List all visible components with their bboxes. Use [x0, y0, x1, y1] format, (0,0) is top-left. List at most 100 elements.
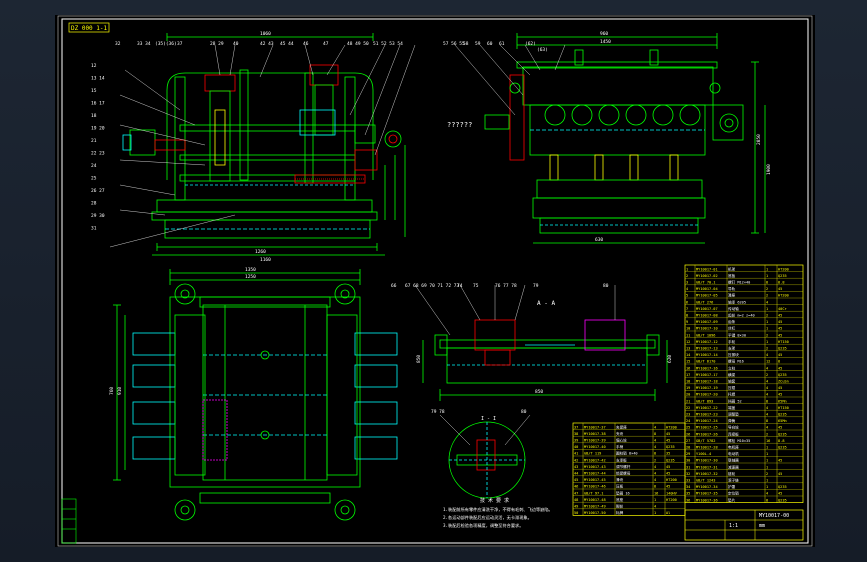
- table-cell: MY10017-08: [696, 314, 718, 318]
- table-cell: GB/T 5782: [696, 439, 715, 443]
- detail-view[interactable]: [439, 414, 531, 499]
- table-cell: MY10017-31: [696, 465, 718, 469]
- table-cell: 托辊: [728, 392, 736, 397]
- table-cell: 螺栓 M10×35: [728, 438, 750, 443]
- table-cell: 螺母 M16: [728, 359, 744, 364]
- table-cell: 4: [654, 505, 656, 509]
- dimension-label: 960: [600, 31, 608, 37]
- table-cell: 35: [666, 452, 670, 456]
- table-cell: 8: [766, 399, 768, 403]
- table-cell: MY10017-18: [696, 380, 718, 384]
- table-cell: 6: [686, 300, 688, 304]
- drawing-canvas[interactable]: DZ 000 1-1 ?????? A - A I - I 技 术 要 求1.装…: [55, 15, 815, 547]
- table-cell: 45: [778, 320, 782, 324]
- callout-number: 45 44: [280, 41, 294, 47]
- table-cell: GB/T 6170: [696, 360, 715, 364]
- callout-number: 58: [463, 41, 469, 47]
- detail-label: I - I: [481, 416, 496, 422]
- table-cell: 4: [686, 287, 688, 291]
- table-cell: 定位销: [728, 491, 739, 496]
- table-cell: 圆柱销 8×40: [616, 451, 638, 456]
- table-cell: 立柱: [728, 365, 736, 370]
- parts-table-lower[interactable]: 37 MY10017-37 夹紧座 4 HT200 38 MY10017-38 夹块 8 45 39…: [572, 422, 686, 516]
- plan-view[interactable]: [113, 269, 398, 521]
- front-view[interactable]: [109, 33, 416, 256]
- table-cell: MY10017-16: [696, 366, 718, 370]
- table-cell: 1: [766, 327, 768, 331]
- callout-number: 25: [91, 176, 97, 182]
- table-cell: 46: [574, 485, 578, 489]
- dimension-label: 1450: [600, 39, 611, 45]
- table-cell: 8: [766, 498, 768, 502]
- table-cell: 轴套: [728, 379, 736, 384]
- table-cell: 4: [766, 413, 768, 417]
- table-cell: 49: [574, 505, 578, 509]
- table-cell: MY10017-38: [584, 432, 606, 436]
- table-cell: MY10017-01: [696, 267, 718, 271]
- table-cell: 45: [778, 333, 782, 337]
- table-cell: 电动机: [728, 451, 739, 456]
- table-cell: MY10017-13: [696, 347, 718, 351]
- table-cell: 1: [654, 511, 656, 515]
- table-cell: 35: [686, 492, 690, 496]
- table-cell: MY10017-49: [584, 505, 606, 509]
- table-cell: 4: [654, 439, 656, 443]
- callout-number: 67 68 69 70 71 72 73: [405, 283, 459, 289]
- callout-number: 79: [533, 283, 539, 289]
- table-cell: 4: [654, 445, 656, 449]
- table-cell: 滑块: [616, 477, 624, 482]
- table-cell: 齿条: [728, 319, 736, 324]
- table-cell: 42: [574, 458, 578, 462]
- table-cell: 2: [766, 373, 768, 377]
- table-cell: 2: [766, 432, 768, 436]
- table-cell: 传动轴: [728, 306, 739, 311]
- table-cell: 16: [654, 491, 658, 495]
- table-cell: 39: [574, 439, 578, 443]
- table-cell: 8.8: [778, 439, 785, 443]
- dimension-label: 1350: [245, 267, 256, 273]
- table-cell: 29: [686, 452, 690, 456]
- callout-number: 47: [323, 41, 329, 47]
- callout-number: 48 49 50: [347, 41, 369, 47]
- table-cell: 1: [766, 465, 768, 469]
- table-cell: 手柄: [616, 444, 624, 449]
- table-cell: 5: [686, 294, 688, 298]
- table-cell: 44: [574, 472, 578, 476]
- callout-number: (35)(36): [155, 41, 177, 47]
- table-cell: 45: [666, 485, 670, 489]
- side-view[interactable]: [454, 33, 766, 244]
- note-line: 2.各运动部件装配后应运动灵活，无卡滞现象。: [443, 514, 532, 521]
- callout-number: 57 56 55: [443, 41, 465, 47]
- table-cell: MY10017-35: [696, 492, 718, 496]
- callout-number: 80: [521, 409, 527, 415]
- callout-number: 42 43: [260, 41, 274, 47]
- table-cell: Q235: [778, 373, 787, 377]
- table-cell: HT200: [666, 425, 677, 429]
- table-cell: MY10017-46: [584, 485, 606, 489]
- parts-table[interactable]: 1 MY10017-01 机架 1 HT200 2 MY10017-02 底板 1 Q235 3 GB…: [684, 264, 804, 503]
- callout-number: 15: [91, 88, 97, 94]
- table-cell: 8.8: [778, 281, 785, 285]
- table-cell: 18: [686, 380, 690, 384]
- table-cell: 齿轮 m=2 z=40: [728, 313, 755, 318]
- callout-number: 16 17: [91, 101, 105, 107]
- table-cell: 8: [654, 452, 656, 456]
- table-cell: 19: [686, 386, 690, 390]
- table-cell: 1: [766, 479, 768, 483]
- section-label: A - A: [537, 300, 555, 307]
- table-cell: Y100L-4: [696, 452, 711, 456]
- cad-viewport[interactable]: DZ 000 1-1 ?????? A - A I - I 技 术 要 求 1.…: [0, 0, 867, 562]
- table-cell: 45: [778, 366, 782, 370]
- callout-number: 24: [91, 163, 97, 169]
- table-cell: 4: [766, 366, 768, 370]
- callout-number: (62): [525, 41, 536, 47]
- table-cell: 45: [778, 327, 782, 331]
- table-cell: 36: [686, 498, 690, 502]
- dimension-label: 760: [109, 387, 115, 395]
- dimension-label: 1260: [255, 249, 266, 255]
- table-cell: 1: [766, 274, 768, 278]
- table-cell: MY10017-20: [696, 393, 718, 397]
- drawing-sheet[interactable]: DZ 000 1-1 ?????? A - A I - I 技 术 要 求 1.…: [55, 15, 815, 547]
- table-cell: 调节螺杆: [616, 464, 631, 469]
- callout-number: 31: [91, 226, 97, 232]
